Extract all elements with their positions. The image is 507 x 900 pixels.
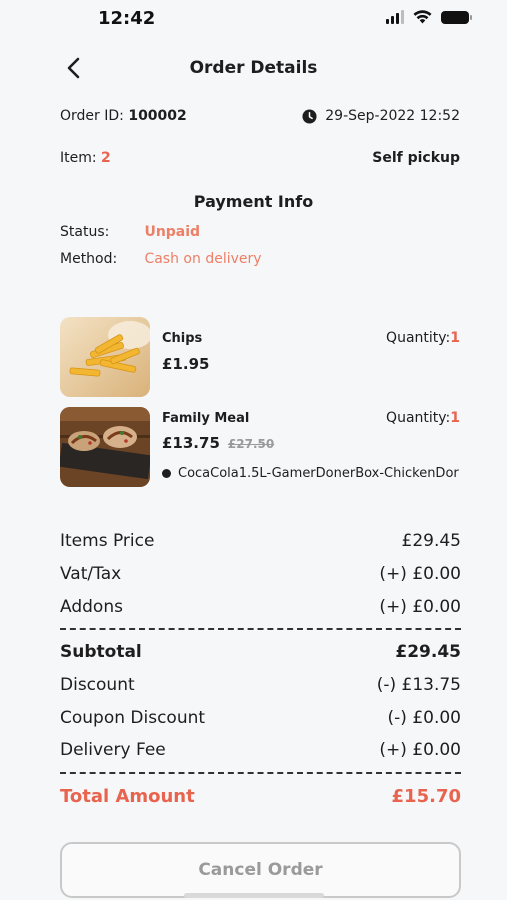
delivery-fee-value: (+) £0.00: [379, 740, 461, 760]
page-title: Order Details: [189, 58, 318, 78]
quantity-value: 1: [450, 410, 460, 426]
total-amount-label: Total Amount: [60, 786, 195, 807]
divider: [60, 628, 461, 630]
quantity-label: Quantity:: [386, 330, 451, 346]
chips-image: [60, 317, 150, 397]
bullet-icon: [162, 469, 171, 478]
family-meal-image: [60, 407, 150, 487]
status-bar-icons: [386, 10, 472, 24]
payment-method-label: Method:: [60, 251, 118, 267]
addons-label: Addons: [60, 597, 123, 617]
total-amount-row: Total Amount £15.70: [60, 786, 461, 807]
coupon-discount-label: Coupon Discount: [60, 708, 206, 728]
payment-status-value: Unpaid: [144, 224, 201, 240]
quantity-value: 1: [450, 330, 460, 346]
discount-row: Discount (-) £13.75: [60, 675, 461, 695]
item-count-label: Item:: [60, 150, 97, 166]
total-amount-value: £15.70: [391, 786, 461, 807]
vat-row: Vat/Tax (+) £0.00: [60, 564, 461, 584]
order-id-label: Order ID:: [60, 108, 124, 124]
product-quantity-chips: Quantity:1: [386, 330, 460, 346]
discount-value: (-) £13.75: [376, 675, 461, 695]
original-price: £27.50: [227, 437, 275, 451]
payment-method-value: Cash on delivery: [144, 251, 262, 267]
home-indicator[interactable]: [184, 893, 324, 898]
item-count-row: Item: 2: [60, 150, 111, 166]
order-id-row: Order ID: 100002: [60, 108, 187, 124]
delivery-fee-row: Delivery Fee (+) £0.00: [60, 740, 461, 760]
subtotal-value: £29.45: [395, 642, 461, 662]
coupon-discount-row: Coupon Discount (-) £0.00: [60, 708, 461, 728]
battery-icon: [441, 10, 472, 24]
current-price: £13.75: [162, 434, 220, 452]
product-name-chips: Chips: [162, 331, 203, 346]
payment-method-row: Method: Cash on delivery: [60, 251, 262, 267]
wifi-icon: [413, 10, 432, 24]
delivery-fee-label: Delivery Fee: [60, 740, 166, 760]
payment-status-row: Status: Unpaid: [60, 224, 200, 240]
cellular-signal-icon: [386, 10, 404, 24]
product-price-chips: £1.95: [162, 355, 210, 373]
item-count-value: 2: [101, 150, 111, 166]
vat-label: Vat/Tax: [60, 564, 122, 584]
payment-info-title: Payment Info: [193, 192, 314, 211]
coupon-discount-value: (-) £0.00: [387, 708, 461, 728]
addons-text: CocaCola1.5L-GamerDonerBox-ChickenDor: [178, 466, 459, 481]
items-price-row: Items Price £29.45: [60, 531, 461, 551]
clock-icon: [302, 108, 317, 124]
product-price-family-meal: £13.75 £27.50: [162, 434, 274, 452]
order-id-value: 100002: [128, 108, 187, 124]
order-date: 29-Sep-2022 12:52: [325, 108, 460, 124]
payment-status-label: Status:: [60, 224, 110, 240]
product-quantity-family-meal: Quantity:1: [386, 410, 460, 426]
addons-value: (+) £0.00: [379, 597, 461, 617]
product-addons: CocaCola1.5L-GamerDonerBox-ChickenDor: [162, 466, 472, 481]
cancel-order-button[interactable]: Cancel Order: [60, 842, 461, 898]
addons-row: Addons (+) £0.00: [60, 597, 461, 617]
discount-label: Discount: [60, 675, 135, 695]
vat-value: (+) £0.00: [379, 564, 461, 584]
divider: [60, 772, 461, 774]
items-price-value: £29.45: [401, 531, 461, 551]
order-date-row: 29-Sep-2022 12:52: [302, 108, 460, 124]
delivery-type: Self pickup: [372, 150, 460, 166]
status-bar-time: 12:42: [98, 8, 156, 29]
quantity-label: Quantity:: [386, 410, 451, 426]
product-name-family-meal: Family Meal: [162, 411, 250, 426]
subtotal-label: Subtotal: [60, 642, 142, 662]
subtotal-row: Subtotal £29.45: [60, 642, 461, 662]
items-price-label: Items Price: [60, 531, 155, 551]
